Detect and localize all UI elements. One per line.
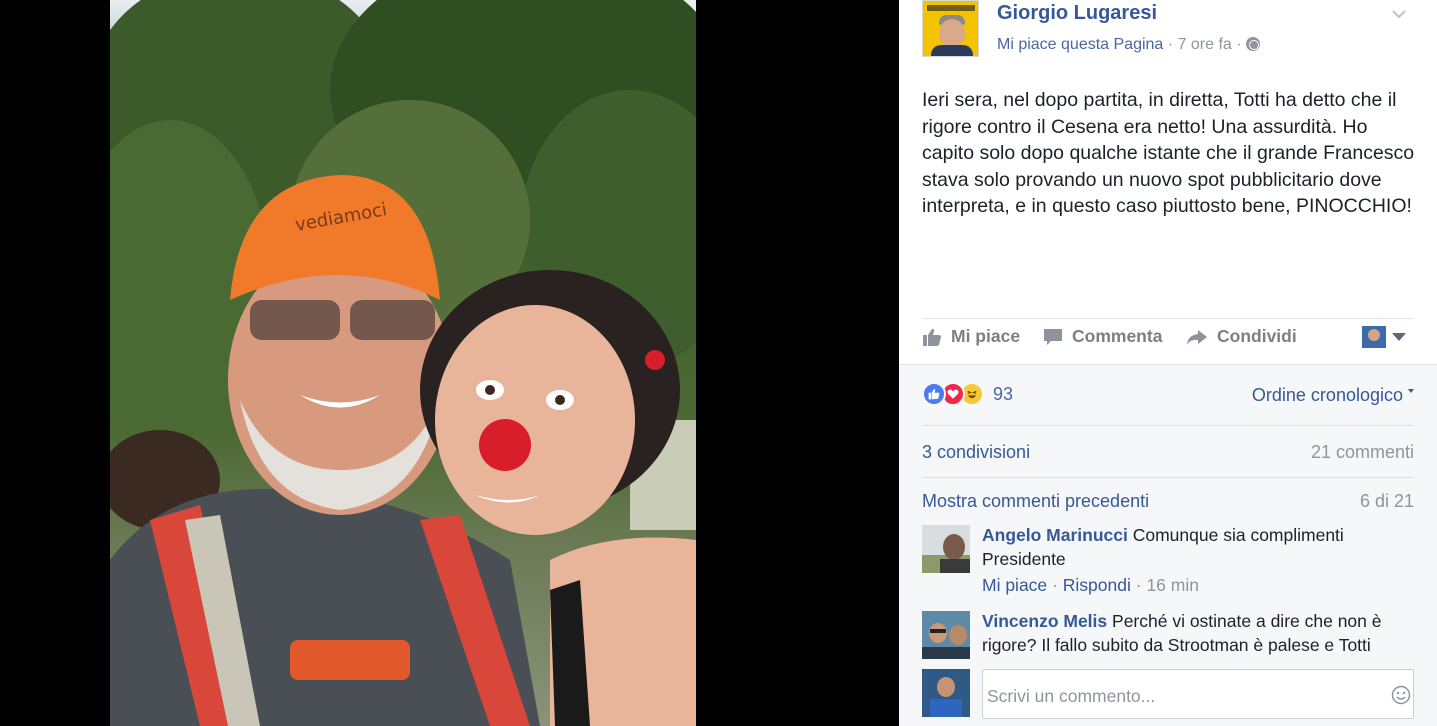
like-page-link[interactable]: Mi piace questa Pagina xyxy=(997,36,1163,53)
show-previous-comments-link[interactable]: Mostra commenti precedenti xyxy=(922,491,1149,512)
share-button[interactable]: Condividi xyxy=(1186,326,1297,347)
like-reaction-icon xyxy=(922,382,946,406)
post: Giorgio Lugaresi Mi piace questa Pagina … xyxy=(899,0,1437,364)
share-label: Condividi xyxy=(1217,326,1297,346)
reactions-summary[interactable]: 93 xyxy=(922,382,1013,406)
feedback-section: 93 Ordine cronologico 3 condivisioni 21 … xyxy=(899,364,1437,726)
caret-down-icon xyxy=(1392,333,1406,341)
commenter-name[interactable]: Angelo Marinucci xyxy=(982,525,1128,545)
post-photo[interactable]: vediamoci xyxy=(110,0,696,726)
divider xyxy=(922,477,1414,478)
meta-dot: · xyxy=(1052,575,1058,595)
comments-count[interactable]: 21 commenti xyxy=(1311,442,1414,463)
divider xyxy=(922,425,1414,426)
shares-link[interactable]: 3 condivisioni xyxy=(922,442,1030,463)
caret-down-icon xyxy=(1408,389,1414,393)
avatar-shirt xyxy=(931,45,973,56)
page-avatar[interactable] xyxy=(922,0,979,57)
comment-bubble-icon xyxy=(1044,328,1062,345)
comment-input-placeholder: Scrivi un commento... xyxy=(987,686,1156,706)
order-label: Ordine cronologico xyxy=(1251,385,1403,405)
avatar-face xyxy=(939,19,965,47)
comment-actions: Mi piace · Rispondi · 16 min xyxy=(982,575,1199,596)
actions-divider xyxy=(922,318,1414,319)
commenter-avatar[interactable] xyxy=(922,611,970,659)
globe-icon xyxy=(1246,37,1261,51)
comment-label: Commenta xyxy=(1072,326,1163,346)
like-button[interactable]: Mi piace xyxy=(922,326,1020,347)
comment-text-block: Vincenzo Melis Perché vi ostinate a dire… xyxy=(982,609,1412,657)
post-panel: Giorgio Lugaresi Mi piace questa Pagina … xyxy=(899,0,1437,726)
meta-dot: · xyxy=(1135,575,1142,595)
comment-like-link[interactable]: Mi piace xyxy=(982,575,1047,595)
emoji-icon[interactable] xyxy=(1391,685,1411,705)
avatar-photo xyxy=(922,669,970,717)
avatar-photo xyxy=(922,611,970,659)
like-label: Mi piace xyxy=(951,326,1021,346)
comment-text-block: Angelo Marinucci Comunque sia compliment… xyxy=(982,523,1412,571)
current-user-avatar xyxy=(922,669,970,717)
commenter-name[interactable]: Vincenzo Melis xyxy=(982,611,1107,631)
share-arrow-icon xyxy=(1187,329,1207,345)
post-time[interactable]: 7 ore fa xyxy=(1178,36,1232,53)
reaction-count: 93 xyxy=(993,383,1014,404)
comment-order-dropdown[interactable]: Ordine cronologico xyxy=(1252,385,1414,406)
identity-avatar xyxy=(1362,326,1386,348)
commenter-avatar[interactable] xyxy=(922,525,970,573)
post-actions: Mi piace Commenta Condividi xyxy=(922,326,1414,356)
meta-dot: · xyxy=(1236,36,1242,53)
comment-time[interactable]: 16 min xyxy=(1146,575,1199,595)
comment-reply-link[interactable]: Rispondi xyxy=(1063,575,1131,595)
meta-dot: · xyxy=(1167,36,1174,53)
post-text: Ieri sera, nel dopo partita, in diretta,… xyxy=(922,89,1415,217)
screen: vediamoci Giorgio Lugaresi Mi piace ques… xyxy=(0,0,1437,726)
photo-illustration: vediamoci xyxy=(110,0,696,726)
comment-button[interactable]: Commenta xyxy=(1043,326,1162,347)
post-author[interactable]: Giorgio Lugaresi xyxy=(997,2,1157,25)
chevron-down-icon[interactable] xyxy=(1391,6,1407,22)
comments-pager: 6 di 21 xyxy=(1359,491,1414,511)
post-meta: Mi piace questa Pagina · 7 ore fa · xyxy=(997,36,1261,54)
identity-selector[interactable] xyxy=(1362,326,1406,348)
thumbs-up-icon xyxy=(923,328,941,346)
comment-composer: Scrivi un commento... xyxy=(922,667,1414,719)
avatar-photo xyxy=(922,525,970,573)
avatar-band xyxy=(927,5,975,11)
